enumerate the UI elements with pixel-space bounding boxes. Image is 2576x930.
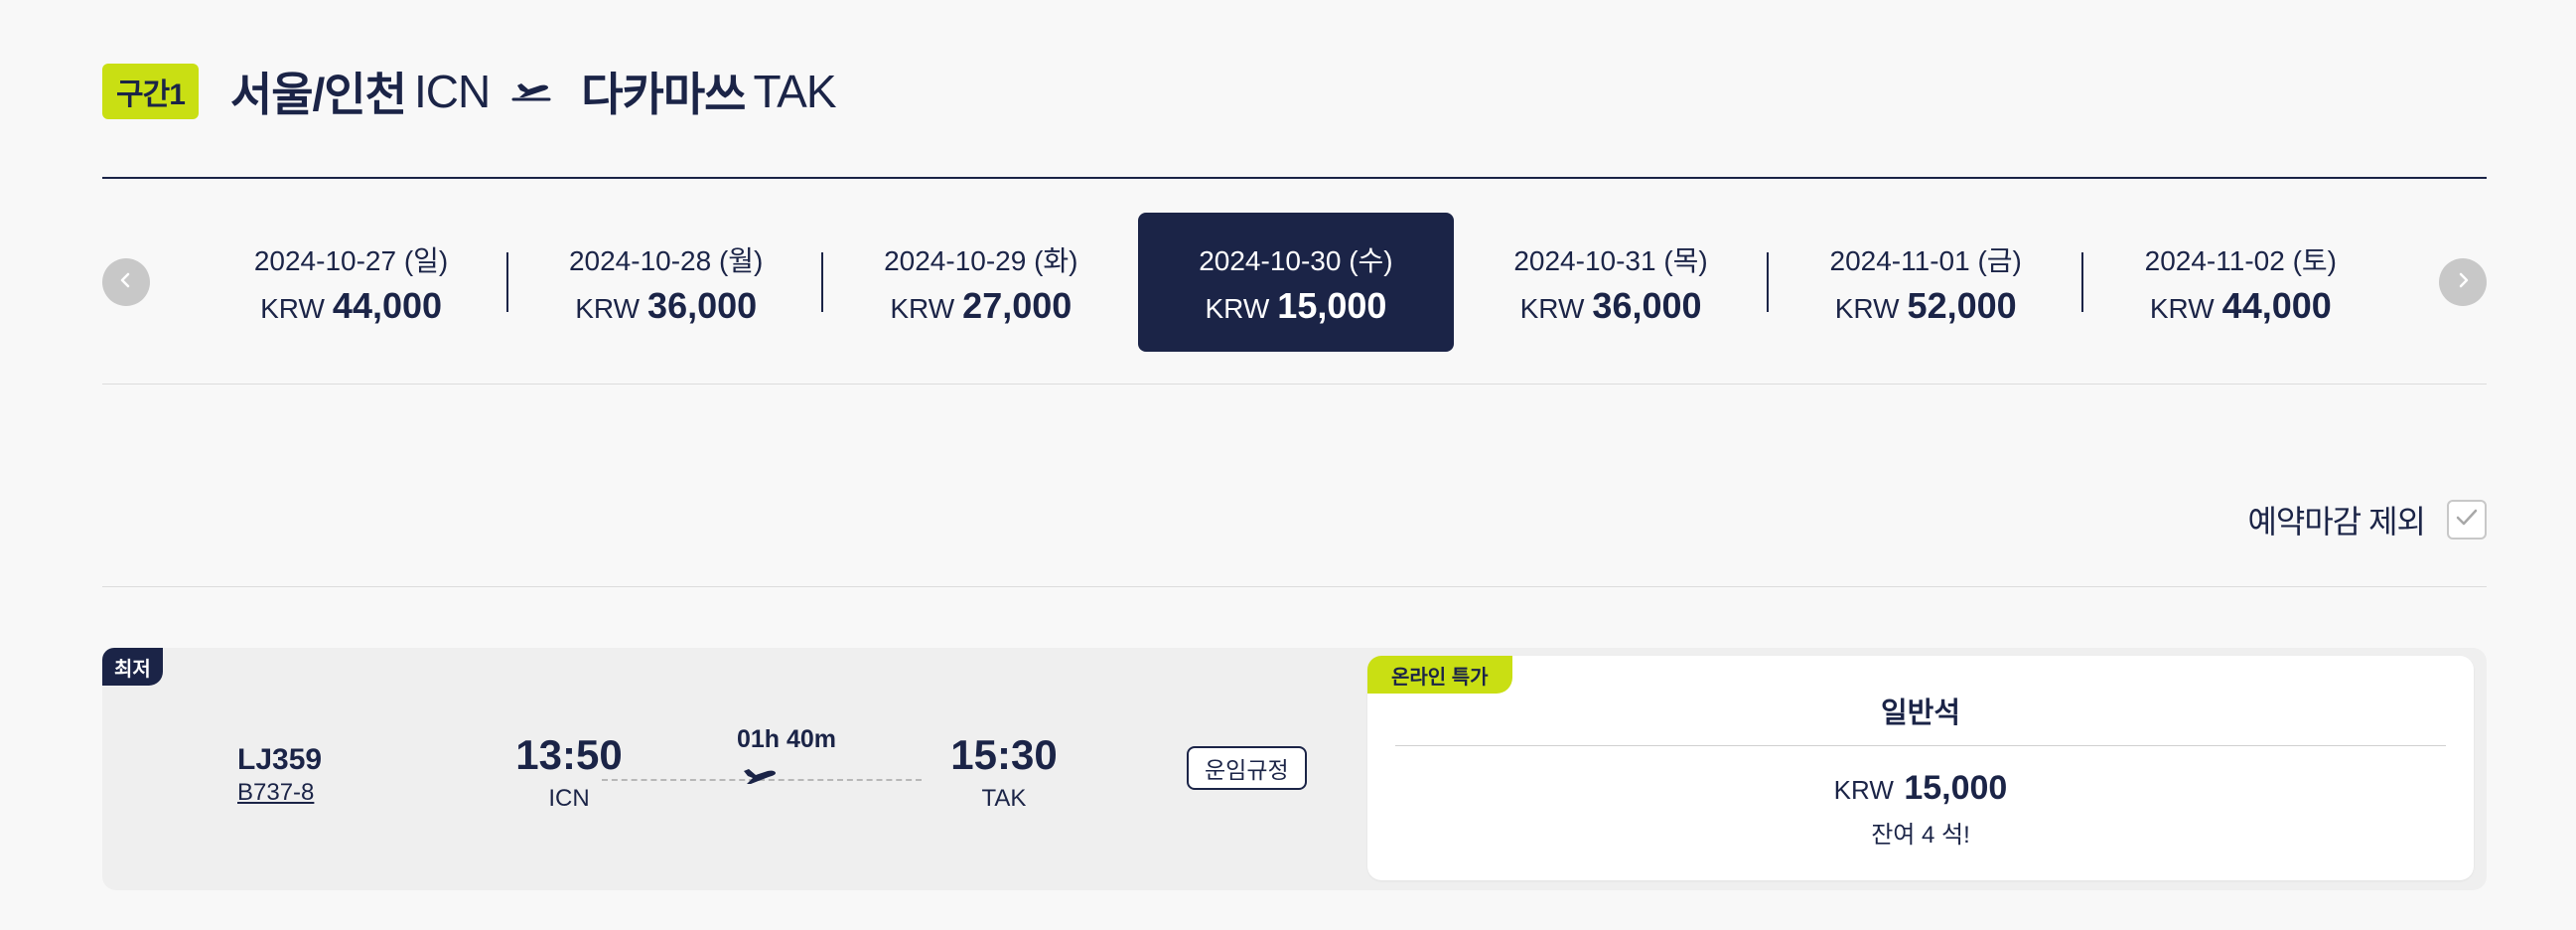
date-tab[interactable]: 2024-11-02 (토) KRW 44,000 [2083,213,2398,352]
exclude-closed-label: 예약마감 제외 [2247,504,2426,540]
date-tab[interactable]: 2024-10-28 (월) KRW 36,000 [508,213,824,352]
date-tab-currency: KRW [1834,293,1900,324]
segment-header: 구간1 서울/인천 ICN 다카마쓰 TAK [102,59,837,124]
header-divider [102,177,2487,179]
date-tab-amount: 36,000 [1592,285,1702,326]
date-tab-price: KRW 52,000 [1835,285,2017,327]
departure-airport: ICN [548,785,590,812]
fare-price: KRW 15,000 [1367,769,2474,808]
dest-code: TAK [753,66,836,117]
date-tab[interactable]: 2024-10-31 (목) KRW 36,000 [1454,213,1769,352]
plane-icon [740,763,780,796]
date-tab-currency: KRW [575,293,641,324]
date-tab-currency: KRW [1519,293,1585,324]
departure-time: 13:50 [515,731,623,778]
flight-duration: 01h 40m [736,725,837,753]
fare-rules-button[interactable]: 운임규정 [1187,746,1307,790]
route-title: 서울/인천 ICN 다카마쓰 TAK [229,59,837,124]
chevron-left-icon [116,270,136,295]
fare-currency: KRW [1833,775,1894,805]
plane-takeoff-icon [511,79,551,103]
flight-card: 최저 LJ359 B737-8 13:50 ICN 01h 40m 15:30 … [102,648,2487,890]
date-tab-date: 2024-10-27 (일) [253,245,449,276]
date-tab-date: 2024-10-28 (월) [568,245,764,276]
flight-number: LJ359 [237,743,323,776]
chevron-right-icon [2453,270,2473,295]
fare-class: 일반석 [1880,698,1961,729]
date-tab-amount: 52,000 [1907,285,2017,326]
segment-badge: 구간1 [102,64,199,119]
date-tab-date: 2024-11-02 (토) [2144,245,2337,276]
fare-option-economy[interactable]: 온라인 특가 일반석 KRW 15,000 잔여 4 석! [1367,656,2474,880]
arrival-airport: TAK [981,785,1027,812]
checkmark-icon [2454,507,2480,534]
date-tab-price: KRW 44,000 [2150,285,2332,327]
date-tab-amount: 44,000 [2221,285,2332,326]
exclude-closed-filter[interactable]: 예약마감 제외 [2247,497,2487,542]
arrival: 15:30 TAK [925,731,1083,813]
fare-amount: 15,000 [1904,769,2008,807]
origin-city: 서울/인천 [229,69,407,120]
date-tab-price: KRW 44,000 [260,285,442,327]
date-tab-currency: KRW [260,293,325,324]
date-tab-date: 2024-11-01 (금) [1829,245,2022,276]
date-tab-amount: 36,000 [647,285,758,326]
date-selector: 2024-10-27 (일) KRW 44,000 2024-10-28 (월)… [102,213,2487,352]
date-tab-currency: KRW [1205,293,1270,324]
online-special-tag: 온라인 특가 [1367,656,1512,694]
seats-remaining: 잔여 4 석! [1871,822,1970,849]
date-tab-price: KRW 36,000 [1520,285,1702,327]
date-tab-currency: KRW [890,293,955,324]
date-tab-date: 2024-10-30 (수) [1199,245,1393,276]
dest-city: 다카마쓰 [581,69,746,120]
filter-divider [102,586,2487,587]
prev-dates-button[interactable] [102,258,150,306]
date-tab-amount: 44,000 [332,285,443,326]
date-tab-date: 2024-10-31 (목) [1513,245,1708,276]
next-dates-button[interactable] [2439,258,2487,306]
date-tab-selected[interactable]: 2024-10-30 (수) KRW 15,000 [1138,213,1454,352]
date-tabs: 2024-10-27 (일) KRW 44,000 2024-10-28 (월)… [194,213,2398,352]
date-tab-date: 2024-10-29 (화) [884,245,1078,276]
exclude-closed-checkbox[interactable] [2447,500,2487,540]
date-tab-amount: 15,000 [1277,285,1387,326]
origin-code: ICN [413,66,491,117]
date-tab[interactable]: 2024-10-29 (화) KRW 27,000 [823,213,1138,352]
date-tab-currency: KRW [2149,293,2215,324]
date-tab-price: KRW 36,000 [575,285,757,327]
fare-divider [1395,745,2446,746]
arrival-time: 15:30 [950,731,1058,778]
date-tab[interactable]: 2024-10-27 (일) KRW 44,000 [194,213,509,352]
departure: 13:50 ICN [490,731,648,813]
date-tab-price: KRW 27,000 [890,285,1072,327]
date-tab-price: KRW 15,000 [1205,285,1386,327]
date-strip-divider [102,384,2487,385]
date-tab[interactable]: 2024-11-01 (금) KRW 52,000 [1769,213,2083,352]
aircraft-link[interactable]: B737-8 [237,779,314,807]
date-tab-amount: 27,000 [962,285,1073,326]
lowest-price-badge: 최저 [102,648,163,686]
